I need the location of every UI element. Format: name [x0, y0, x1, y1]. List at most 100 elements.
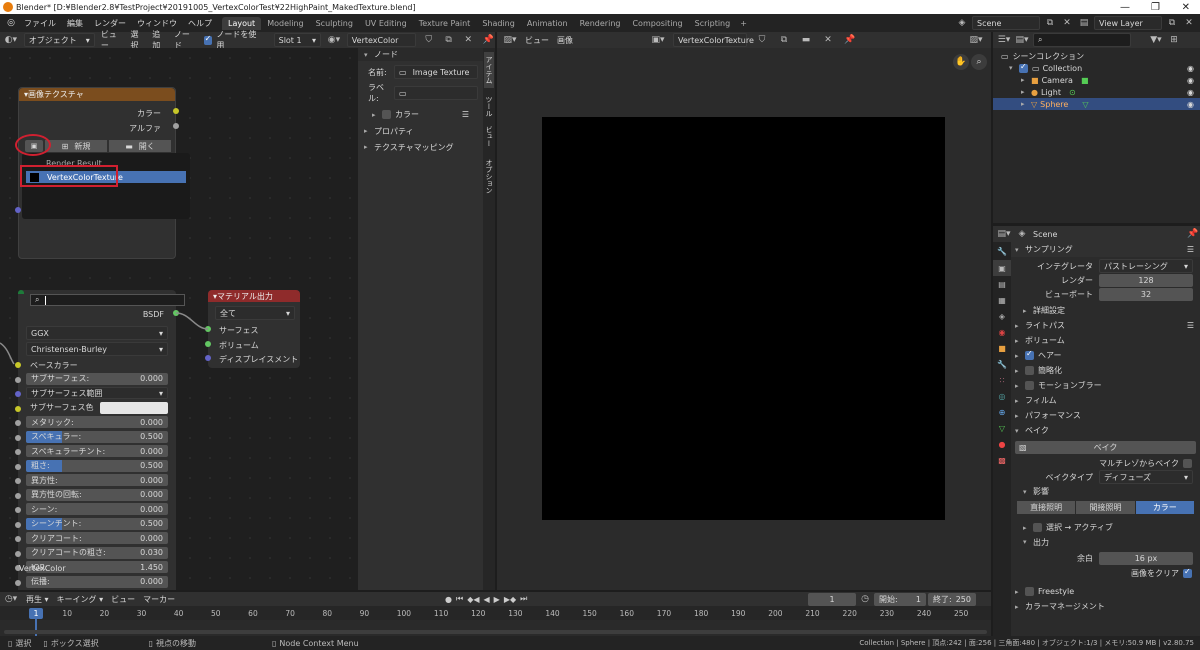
margin-field[interactable]: 16 px [1099, 551, 1193, 565]
prev-key-icon[interactable]: ◆◀ [467, 595, 479, 604]
image-editor-type-icon[interactable]: ▨▾ [503, 33, 517, 47]
zoom-icon[interactable]: ⌕ [971, 54, 987, 70]
section-light-paths[interactable]: ▸ ライトパス ☰ [1011, 318, 1200, 333]
unlink-material-icon[interactable]: ✕ [461, 33, 475, 47]
output-icon[interactable]: ▤ [993, 276, 1011, 292]
render-samples-field[interactable]: 128 [1099, 274, 1193, 287]
menu-item-4[interactable]: ヘルプ [188, 18, 212, 29]
motion-blur-checkbox[interactable] [1025, 381, 1034, 390]
add-workspace-button[interactable]: + [740, 19, 747, 28]
maximize-button[interactable]: ❐ [1151, 2, 1160, 13]
image-browse-icon[interactable]: ▣▾ [651, 33, 665, 47]
open-folder-icon[interactable]: ▬ [799, 33, 813, 47]
section-film[interactable]: ▸ フィルム [1011, 393, 1200, 408]
selected-to-active-checkbox[interactable] [1033, 523, 1042, 532]
node-editor-canvas[interactable]: ▾ 画像テクスチャ カラー アルファ ▣ ⊞ 新規 ▬ 開く Render Resu… [0, 48, 358, 590]
world-icon[interactable]: ◉ [993, 324, 1011, 340]
end-frame-field[interactable]: 終了: 250 [928, 592, 976, 606]
seg-indirect[interactable]: 間接照明 [1076, 501, 1135, 514]
presets-icon[interactable]: ☰ [1187, 245, 1194, 254]
simplify-checkbox[interactable] [1025, 366, 1034, 375]
section-color-management[interactable]: ▸ カラーマネージメント [1011, 599, 1200, 614]
node-label-field[interactable]: ▭ [394, 86, 478, 100]
section-motion-blur[interactable]: ▸ モーションブラー [1011, 378, 1200, 393]
menu-item-2[interactable]: レンダー [94, 18, 126, 29]
section-sampling[interactable]: ▾ サンプリング ☰ [1011, 242, 1200, 257]
properties-type-icon[interactable]: ▤▾ [997, 227, 1011, 241]
section-influence[interactable]: ▾ 影響 [1011, 484, 1200, 499]
section-freestyle[interactable]: ▸ Freestyle [1011, 584, 1200, 599]
preview-range-icon[interactable]: ◷ [858, 592, 872, 606]
slot-selector[interactable]: Slot 1 ▾ [273, 33, 322, 47]
modifier-icon[interactable]: 🔧 [993, 356, 1011, 372]
outliner-search[interactable]: ⌕ [1033, 33, 1131, 47]
workspace-tab-animation[interactable]: Animation [521, 17, 574, 30]
integrator-dropdown[interactable]: パストレーシング ▾ [1099, 259, 1193, 273]
new-view-layer-icon[interactable]: ⧉ [1165, 16, 1179, 30]
particles-icon[interactable]: ∷ [993, 372, 1011, 388]
workspace-tab-layout[interactable]: Layout [222, 16, 262, 30]
list-icon[interactable]: ☰ [462, 110, 469, 119]
sidebar-section-properties[interactable]: ▸ プロパティ [358, 124, 483, 138]
current-frame-field[interactable]: 1 [808, 592, 856, 606]
fake-user-icon[interactable]: ⛉ [755, 33, 769, 47]
timeline-menu-view[interactable]: ビュー [111, 594, 135, 605]
visibility-eye-icon[interactable]: ◉ [1187, 100, 1194, 109]
display-mode-icon[interactable]: ▤▾ [1015, 33, 1029, 47]
timeline-menu-keying[interactable]: キーイング ▾ [57, 594, 104, 605]
outliner-row-sphere[interactable]: ▸ ▽ Sphere ▽ ◉ [993, 98, 1200, 110]
workspace-tab-uv-editing[interactable]: UV Editing [359, 17, 413, 30]
image-menu-image[interactable]: 画像 [557, 35, 573, 46]
sidebar-section-node[interactable]: ▾ ノード [358, 48, 483, 61]
bake-type-dropdown[interactable]: ディフューズ ▾ [1099, 470, 1193, 484]
timeline-body[interactable]: 1102030405060708090100110120130140150160… [0, 606, 991, 636]
blender-menu-icon[interactable]: ◎ [4, 16, 18, 30]
bake-button[interactable]: ▧ ベイク [1015, 441, 1196, 454]
tab-item[interactable]: アイテム [484, 52, 494, 88]
viewport-samples-field[interactable]: 32 [1099, 288, 1193, 301]
timeline-menu-marker[interactable]: マーカー [143, 594, 175, 605]
jump-end-icon[interactable]: ⏭ [520, 594, 527, 604]
view-layer-icon[interactable]: ▤ [1077, 16, 1091, 30]
section-hair[interactable]: ▸ヘアー [1011, 348, 1200, 363]
timeline-menu-playback[interactable]: 再生 ▾ [26, 594, 49, 605]
jump-start-icon[interactable]: ⏮ [456, 594, 463, 604]
use-nodes-checkbox[interactable] [203, 34, 213, 45]
presets-icon[interactable]: ☰ [1187, 321, 1194, 330]
playhead[interactable]: 1 [29, 608, 43, 619]
workspace-tab-shading[interactable]: Shading [476, 17, 521, 30]
physics-icon[interactable]: ◎ [993, 388, 1011, 404]
tab-options[interactable]: オプション [484, 156, 494, 196]
timeline-scrollbar[interactable] [4, 630, 987, 634]
editor-type-icon[interactable]: ◐▾ [4, 33, 18, 47]
image-name-field[interactable]: VertexColorTexture [673, 33, 754, 47]
seg-color[interactable]: カラー [1135, 501, 1194, 514]
hair-checkbox[interactable] [1025, 349, 1034, 360]
delete-scene-icon[interactable]: ✕ [1060, 16, 1074, 30]
play-reverse-icon[interactable]: ◀ [484, 595, 490, 604]
pan-hand-icon[interactable]: ✋ [953, 54, 969, 70]
workspace-tab-sculpting[interactable]: Sculpting [310, 17, 359, 30]
menu-item-0[interactable]: ファイル [24, 18, 56, 29]
new-image-icon[interactable]: ⧉ [777, 33, 791, 47]
start-frame-field[interactable]: 開始: 1 [874, 592, 926, 606]
image-editor-canvas[interactable]: ✋ ⌕ [497, 48, 991, 590]
multires-checkbox[interactable] [1183, 458, 1192, 468]
tab-view[interactable]: ビュー [484, 122, 494, 150]
new-scene-icon[interactable]: ⧉ [1043, 16, 1057, 30]
pin-image-icon[interactable]: 📌 [843, 33, 857, 47]
material-icon[interactable]: ◉▾ [327, 33, 341, 47]
outliner-row-camera[interactable]: ▸ ■ Camera ■ ◉ [993, 74, 1200, 86]
material-users-icon[interactable]: ⛉ [422, 33, 436, 47]
scene-selector[interactable]: Scene [972, 16, 1040, 30]
render-icon[interactable]: ▣ [993, 260, 1011, 276]
mode-selector[interactable]: オブジェクト ▾ [23, 33, 95, 47]
section-advanced[interactable]: ▸ 詳細設定 [1011, 303, 1200, 318]
seg-direct[interactable]: 直接照明 [1017, 501, 1076, 514]
object-icon[interactable]: ■ [993, 340, 1011, 356]
tool-icon[interactable]: 🔧 [993, 242, 1011, 260]
pin-icon[interactable]: 📌 [481, 33, 495, 47]
outliner-type-icon[interactable]: ☰▾ [997, 33, 1011, 47]
view-overlay-icon[interactable]: ▨▾ [969, 33, 983, 47]
next-key-icon[interactable]: ▶◆ [504, 595, 516, 604]
